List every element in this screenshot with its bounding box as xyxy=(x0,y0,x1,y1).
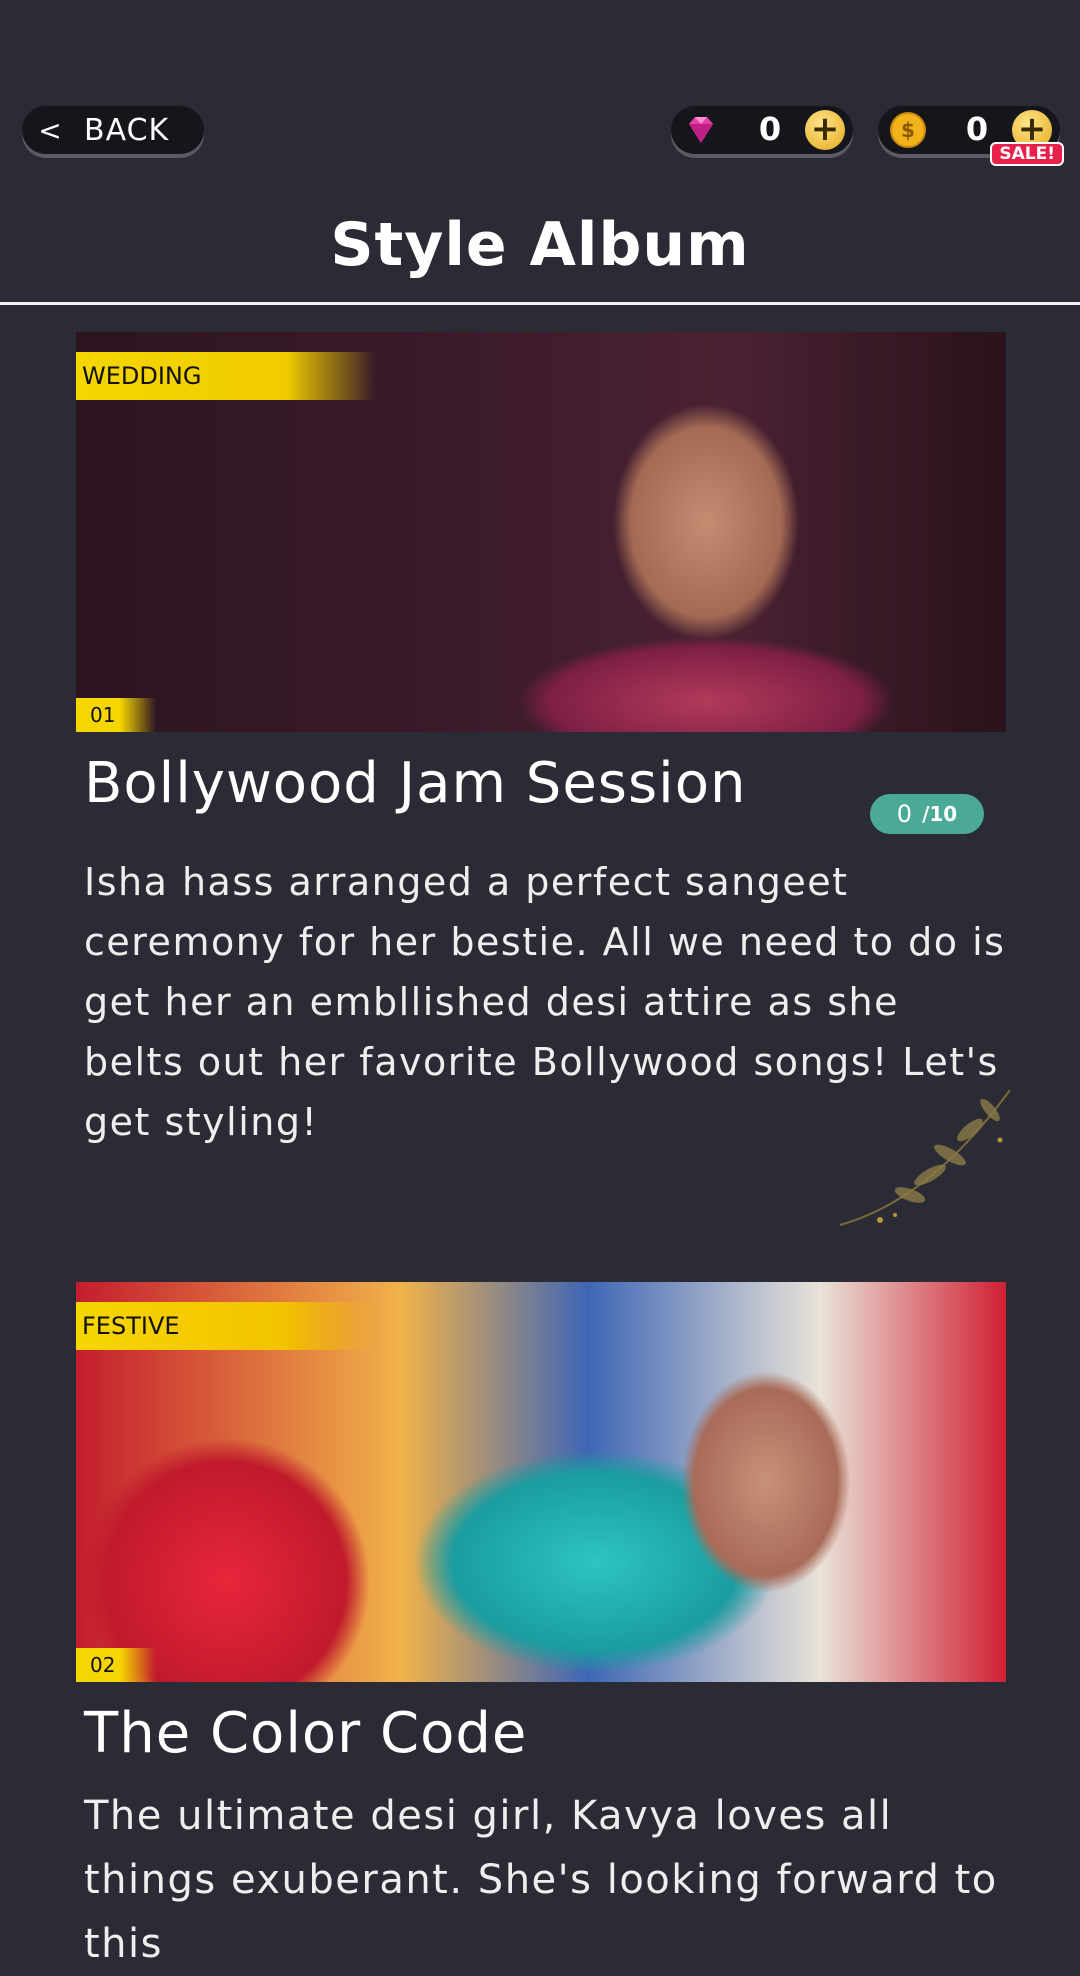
top-bar: < BACK 0 + $ 0 + SALE! Style Album xyxy=(0,0,1080,280)
album-card[interactable]: FESTIVE 02 The Color Code The ultimate d… xyxy=(76,1282,1006,1976)
progress-badge: 0 /10 xyxy=(870,794,984,834)
progress-total: /10 xyxy=(922,802,958,826)
title-divider xyxy=(0,302,1080,305)
album-cover-image[interactable]: FESTIVE 02 xyxy=(76,1282,1006,1682)
progress-current: 0 xyxy=(896,800,913,828)
back-label: BACK xyxy=(84,112,170,148)
album-card[interactable]: WEDDING 01 Bollywood Jam Session 0 /10 I… xyxy=(76,332,1006,1152)
album-category-tag: FESTIVE xyxy=(76,1302,376,1350)
album-category-tag: WEDDING xyxy=(76,352,376,400)
gem-balance: 0 + xyxy=(671,106,853,154)
coin-icon: $ xyxy=(890,112,926,148)
album-description: The ultimate desi girl, Kavya loves all … xyxy=(84,1793,998,1967)
leaf-decoration-icon xyxy=(839,1089,1011,1226)
coin-balance: $ 0 + SALE! xyxy=(878,106,1064,166)
svg-text:$: $ xyxy=(901,118,915,142)
album-cover-image[interactable]: WEDDING 01 xyxy=(76,332,1006,732)
album-title: The Color Code xyxy=(84,1701,528,1766)
album-number: 01 xyxy=(76,698,156,732)
gem-count: 0 xyxy=(758,110,782,148)
album-number: 02 xyxy=(76,1648,156,1682)
album-title: Bollywood Jam Session xyxy=(84,751,747,816)
back-button[interactable]: < BACK xyxy=(22,106,204,154)
gem-icon xyxy=(689,117,713,143)
sale-badge: SALE! xyxy=(990,142,1064,166)
add-gems-button[interactable]: + xyxy=(805,110,845,150)
chevron-left-icon: < xyxy=(38,113,62,147)
page-title: Style Album xyxy=(330,210,750,280)
